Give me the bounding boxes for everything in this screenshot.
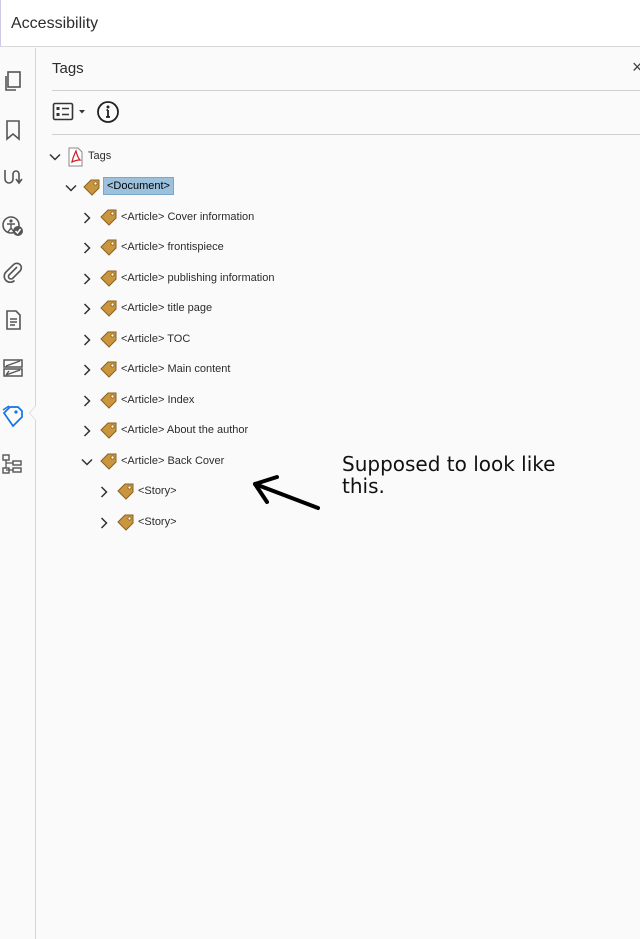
chevron-right-icon[interactable]: [81, 425, 93, 437]
chevron-down-icon[interactable]: [49, 151, 61, 163]
model-tree-icon[interactable]: [1, 452, 25, 476]
pages-icon[interactable]: [1, 69, 25, 93]
tree-node-article[interactable]: <Article> About the author: [79, 421, 379, 441]
close-panel-button[interactable]: ×: [632, 58, 640, 76]
chevron-down-icon[interactable]: [65, 182, 77, 194]
accessibility-check-icon[interactable]: [1, 214, 25, 238]
tree-label: Tags: [88, 150, 112, 162]
chevron-right-icon[interactable]: [81, 395, 93, 407]
chevron-right-icon[interactable]: [81, 242, 93, 254]
tree-node-article[interactable]: <Article> frontispiece: [79, 238, 379, 258]
chevron-right-icon[interactable]: [81, 273, 93, 285]
pdf-icon: [68, 147, 83, 167]
tag-icon: [100, 392, 117, 409]
top-bar: Accessibility: [0, 0, 640, 47]
tag-icon: [100, 209, 117, 226]
chevron-down-icon[interactable]: [81, 456, 93, 468]
tag-icon: [117, 514, 134, 531]
chevron-right-icon[interactable]: [81, 334, 93, 346]
panel-title: Tags: [52, 60, 84, 77]
tag-icon: [100, 300, 117, 317]
tree-node-article[interactable]: <Article> Main content: [79, 360, 379, 380]
tree-node-article[interactable]: <Article> Back Cover: [79, 452, 379, 472]
tree-label: <Article> publishing information: [121, 272, 275, 284]
annotation-arrow: [253, 475, 320, 510]
chevron-right-icon[interactable]: [81, 212, 93, 224]
signatures-icon[interactable]: [1, 165, 25, 189]
tree-node-article[interactable]: <Article> Index: [79, 391, 379, 411]
order-icon[interactable]: [1, 356, 25, 380]
tree-label: <Article> About the author: [121, 424, 249, 436]
bookmark-icon[interactable]: [1, 118, 25, 142]
tree-label: <Article> Index: [121, 394, 195, 406]
content-icon[interactable]: [1, 308, 25, 332]
tags-icon[interactable]: [1, 404, 25, 428]
tree-label: <Article> Back Cover: [121, 455, 225, 467]
chevron-right-icon[interactable]: [98, 486, 110, 498]
tag-icon: [100, 239, 117, 256]
tag-icon: [100, 422, 117, 439]
info-button[interactable]: [96, 100, 120, 124]
info-icon: [97, 101, 119, 123]
tree-label: <Article> Main content: [121, 363, 231, 375]
tag-icon: [100, 270, 117, 287]
left-rail: [0, 48, 36, 939]
chevron-right-icon[interactable]: [81, 303, 93, 315]
chevron-right-icon[interactable]: [98, 517, 110, 529]
tree-node-article[interactable]: <Article> Cover information: [79, 208, 379, 228]
options-menu-icon: [52, 102, 85, 121]
divider: [52, 134, 640, 135]
attachments-icon[interactable]: [1, 260, 25, 284]
tag-icon: [117, 483, 134, 500]
annotation-note: Supposed to look like this.: [342, 452, 556, 498]
tree-node-article[interactable]: <Article> publishing information: [79, 269, 379, 289]
tree-node-story[interactable]: <Story>: [96, 513, 296, 533]
tree-label: <Document>: [103, 177, 174, 195]
tree-label: <Article> Cover information: [121, 211, 255, 223]
tree-node-document[interactable]: <Document>: [62, 177, 262, 198]
divider: [52, 90, 640, 91]
tag-icon: [100, 361, 117, 378]
window-title: Accessibility: [11, 15, 99, 32]
tree-label: <Story>: [138, 485, 177, 497]
tag-icon: [100, 453, 117, 470]
tree-label: <Story>: [138, 516, 177, 528]
chevron-right-icon[interactable]: [81, 364, 93, 376]
active-tab-indicator: [29, 405, 36, 421]
tree-label: <Article> title page: [121, 302, 213, 314]
tag-icon: [100, 331, 117, 348]
tree-label: <Article> frontispiece: [121, 241, 224, 253]
tree-node-article[interactable]: <Article> TOC: [79, 330, 379, 350]
options-menu-button[interactable]: [52, 101, 92, 123]
tree-node-article[interactable]: <Article> title page: [79, 299, 379, 319]
tree-label: <Article> TOC: [121, 333, 191, 345]
tree-root-tags[interactable]: Tags: [46, 147, 246, 167]
tag-icon: [83, 179, 100, 196]
